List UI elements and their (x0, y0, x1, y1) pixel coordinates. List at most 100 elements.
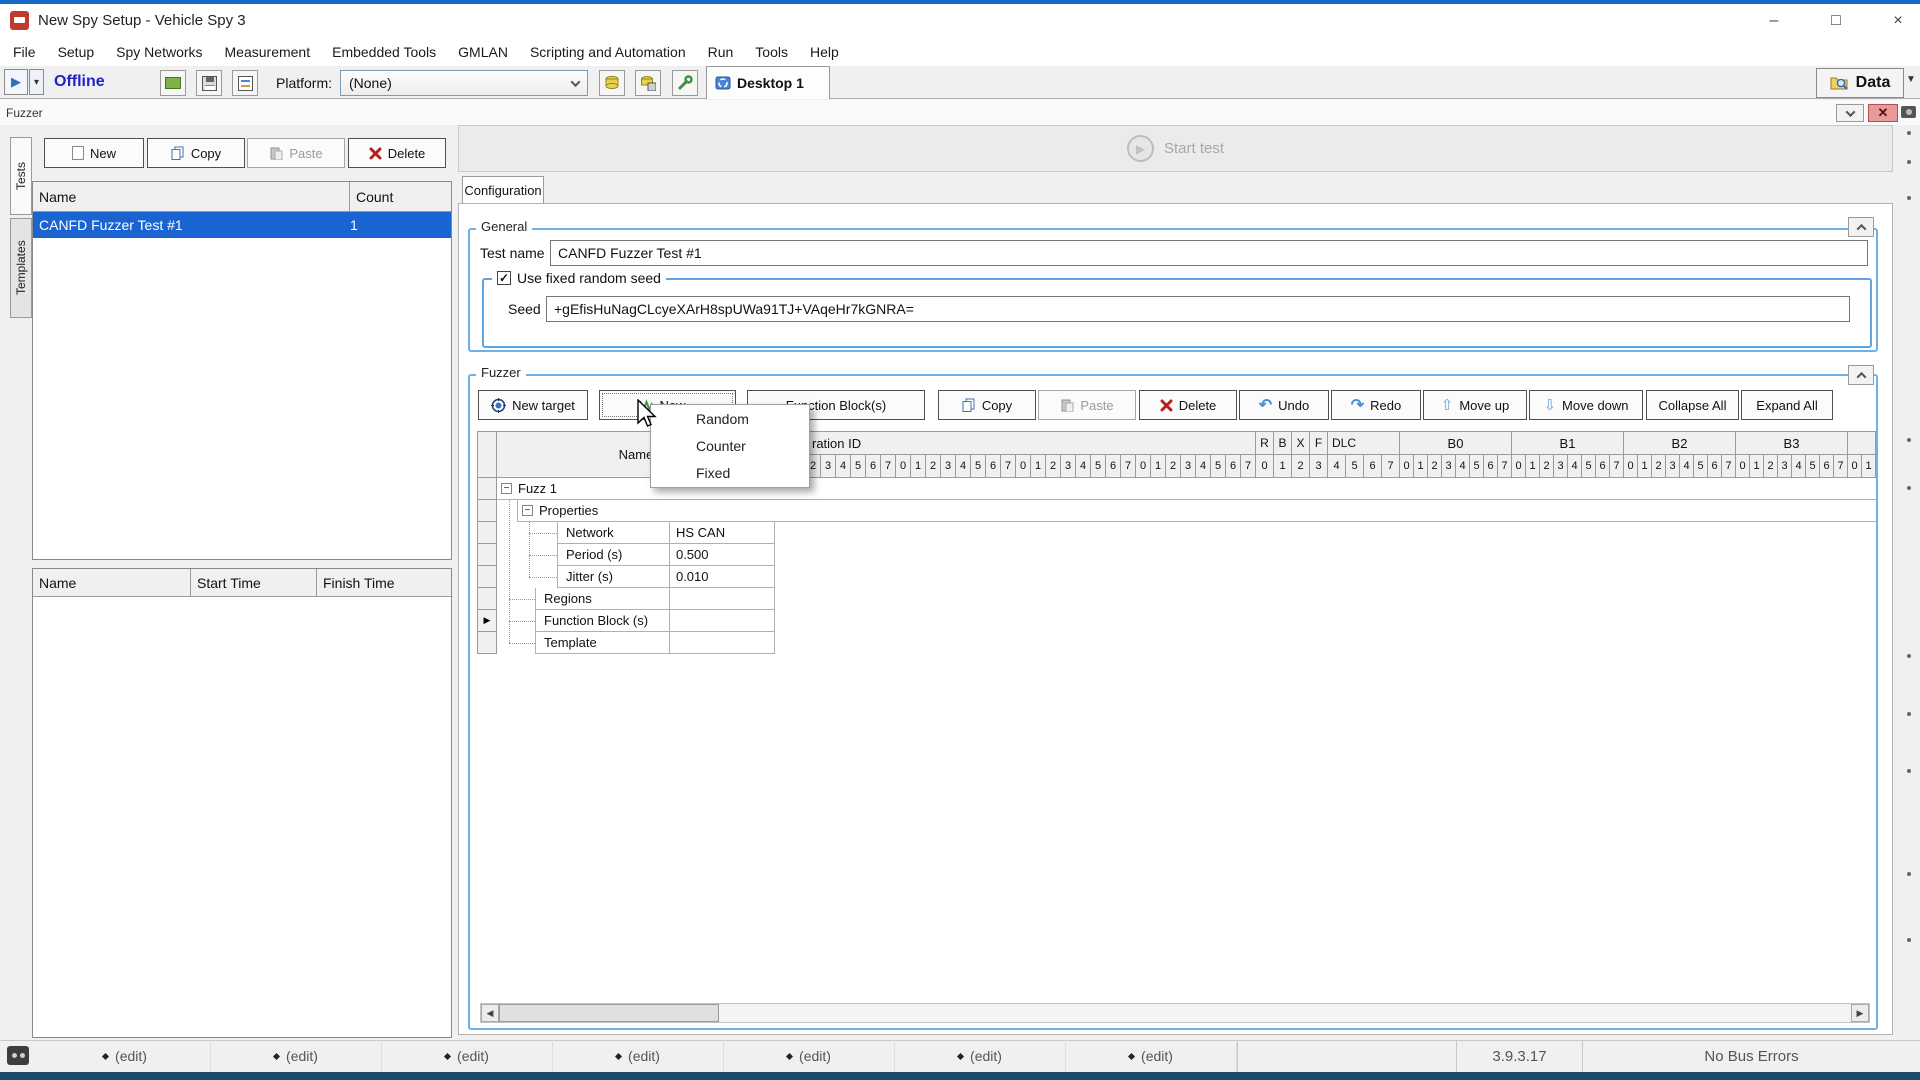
row-selector-regions[interactable] (477, 588, 497, 610)
fuzzer-collapse-button[interactable] (1848, 365, 1874, 385)
grid-cell-name[interactable]: Regions (536, 588, 670, 609)
runs-col-start[interactable]: Start Time (191, 569, 317, 597)
collapse-box-icon[interactable]: − (522, 505, 533, 516)
data-dropdown-arrow[interactable]: ▼ (1906, 74, 1916, 85)
runs-col-finish[interactable]: Finish Time (317, 569, 451, 597)
test-name-input[interactable]: CANFD Fuzzer Test #1 (550, 240, 1868, 266)
grid-row-period-s[interactable]: Period (s)0.500 (557, 544, 775, 566)
grid-cell-name[interactable]: Jitter (s) (558, 566, 670, 587)
grid-cell-value[interactable]: HS CAN (670, 522, 774, 543)
fuzzer-delete-button[interactable]: Delete (1139, 390, 1237, 420)
database-icon-button[interactable] (599, 70, 625, 96)
tests-col-name[interactable]: Name (33, 182, 350, 212)
status-edit-cell[interactable]: (edit) (211, 1040, 382, 1072)
menu-item-counter[interactable]: Counter (651, 432, 809, 459)
grid-header-x[interactable]: X (1292, 431, 1310, 455)
grid-cell-name[interactable]: Template (536, 632, 670, 653)
menu-measurement[interactable]: Measurement (214, 38, 322, 66)
new-target-button[interactable]: New target (478, 390, 588, 420)
grid-header-b3[interactable]: B3 (1736, 431, 1848, 455)
grid-header-r[interactable]: R (1256, 431, 1274, 455)
run-button[interactable]: ▶ (4, 69, 28, 95)
grid-row-template[interactable]: Template (535, 632, 775, 654)
grid-cell-name[interactable]: Network (558, 522, 670, 543)
start-test-label[interactable]: Start test (1164, 140, 1224, 157)
grid-cell-name[interactable]: Function Block (s) (536, 610, 670, 631)
row-selector-template[interactable] (477, 632, 497, 654)
tests-col-count[interactable]: Count (350, 182, 451, 212)
collapse-box-icon[interactable]: − (501, 483, 512, 494)
hardware-icon-button[interactable] (160, 70, 186, 96)
fuzzer-paste-button[interactable]: Paste (1038, 390, 1136, 420)
delete-test-button[interactable]: Delete (348, 138, 446, 168)
grid-header-b2[interactable]: B2 (1624, 431, 1736, 455)
grid-header-dlc[interactable]: DLC (1328, 431, 1400, 455)
move-up-button[interactable]: ⇧ Move up (1423, 390, 1527, 420)
maximize-button[interactable]: □ (1822, 8, 1850, 34)
menu-help[interactable]: Help (799, 38, 850, 66)
runs-col-name[interactable]: Name (33, 569, 191, 597)
grid-header-b0[interactable]: B0 (1400, 431, 1512, 455)
database-save-icon-button[interactable] (635, 70, 661, 96)
row-selector-jitter-s[interactable] (477, 566, 497, 588)
status-edit-cell[interactable]: (edit) (1066, 1040, 1237, 1072)
row-selector-network[interactable] (477, 522, 497, 544)
move-down-button[interactable]: ⇩ Move down (1529, 390, 1643, 420)
menu-item-random[interactable]: Random (651, 405, 809, 432)
menu-spy-networks[interactable]: Spy Networks (105, 38, 213, 66)
data-button[interactable]: Data (1816, 68, 1904, 98)
setup-wrench-icon-button[interactable] (672, 70, 698, 96)
logging-setup-icon-button[interactable] (232, 70, 258, 96)
grid-cell-value[interactable]: 0.500 (670, 544, 774, 565)
menu-file[interactable]: File (2, 38, 47, 66)
panel-close-button[interactable]: ✕ (1868, 104, 1898, 122)
status-edit-cell[interactable]: (edit) (40, 1040, 211, 1072)
grid-cell-name[interactable]: Period (s) (558, 544, 670, 565)
scroll-right-arrow[interactable]: ▶ (1851, 1004, 1869, 1022)
menu-setup[interactable]: Setup (47, 38, 106, 66)
run-dropdown-arrow[interactable]: ▾ (29, 69, 44, 95)
grid-row-properties[interactable]: −Properties (517, 500, 1876, 522)
collapse-all-button[interactable]: Collapse All (1646, 390, 1739, 420)
save-icon-button[interactable] (196, 70, 222, 96)
menu-embedded-tools[interactable]: Embedded Tools (321, 38, 447, 66)
grid-header-b[interactable]: B (1274, 431, 1292, 455)
side-tab-tests[interactable]: Tests (10, 137, 32, 215)
new-test-button[interactable]: New (44, 138, 144, 168)
grid-row-function-block-s[interactable]: Function Block (s) (535, 610, 775, 632)
menu-scripting-and-automation[interactable]: Scripting and Automation (519, 38, 697, 66)
grid-row-regions[interactable]: Regions (535, 588, 775, 610)
menu-tools[interactable]: Tools (744, 38, 799, 66)
grid-cell-value[interactable] (670, 610, 774, 631)
scrollbar-thumb[interactable] (499, 1004, 719, 1022)
paste-test-button[interactable]: Paste (247, 138, 345, 168)
camera-icon[interactable] (1901, 106, 1916, 118)
menu-gmlan[interactable]: GMLAN (447, 38, 519, 66)
row-selector-function-block-s[interactable]: ▶ (477, 610, 497, 632)
use-seed-checkbox[interactable]: ✓ (497, 271, 511, 285)
status-edit-cell[interactable]: (edit) (553, 1040, 724, 1072)
minimize-button[interactable]: – (1760, 8, 1788, 34)
panel-collapse-button[interactable] (1836, 104, 1864, 122)
undo-button[interactable]: ↶ Undo (1239, 390, 1329, 420)
fuzzer-copy-button[interactable]: Copy (938, 390, 1036, 420)
status-edit-cell[interactable]: (edit) (382, 1040, 553, 1072)
copy-test-button[interactable]: Copy (147, 138, 245, 168)
horizontal-scrollbar[interactable]: ◀ ▶ (480, 1003, 1870, 1023)
grid-row-jitter-s[interactable]: Jitter (s)0.010 (557, 566, 775, 588)
grid-cell-value[interactable] (670, 588, 774, 609)
row-selector-period-s[interactable] (477, 544, 497, 566)
scroll-left-arrow[interactable]: ◀ (481, 1004, 499, 1022)
selected-test-row[interactable]: CANFD Fuzzer Test #1 1 (33, 212, 451, 238)
status-edit-cell[interactable]: (edit) (724, 1040, 895, 1072)
menu-item-fixed[interactable]: Fixed (651, 459, 809, 486)
platform-select[interactable]: (None) (340, 70, 588, 96)
grid-row-network[interactable]: NetworkHS CAN (557, 522, 775, 544)
grid-header-f[interactable]: F (1310, 431, 1328, 455)
side-tab-templates[interactable]: Templates (10, 218, 32, 318)
row-selector-fuzz-1[interactable] (477, 478, 497, 500)
tab-desktop-1[interactable]: Desktop 1 (706, 66, 830, 99)
redo-button[interactable]: ↷ Redo (1331, 390, 1421, 420)
seed-input[interactable]: +gEfisHuNagCLcyeXArH8spUWa91TJ+VAqeHr7kG… (546, 296, 1850, 322)
grid-cell-value[interactable]: 0.010 (670, 566, 774, 587)
